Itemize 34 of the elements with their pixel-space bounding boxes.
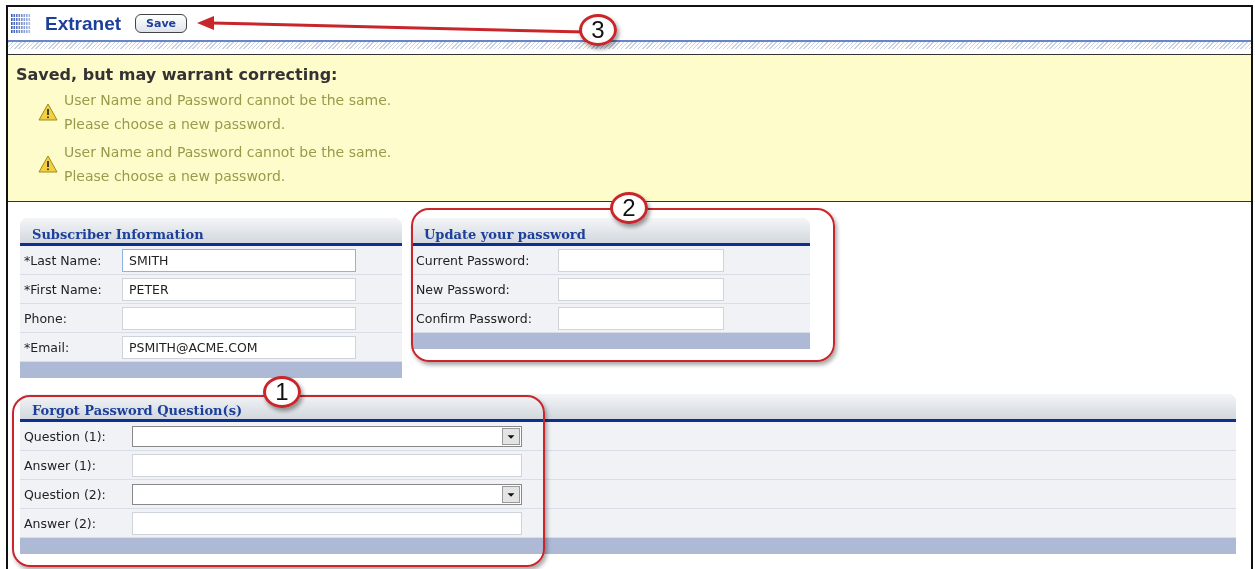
warning-message: User Name and Password cannot be the same. Please choose a new password. — [64, 143, 392, 186]
field-label: *Email: — [24, 339, 71, 355]
input-field[interactable] — [558, 306, 724, 330]
field-label: *Last Name: — [24, 252, 103, 268]
panel-title: Subscriber Information — [20, 218, 402, 246]
dropdown-caret-icon — [502, 485, 520, 503]
input-field[interactable]: PETER — [122, 277, 356, 301]
field-label: Question (2): — [24, 486, 107, 502]
input-field[interactable]: SMITH — [122, 248, 356, 272]
warning-icon — [38, 155, 58, 173]
input-field[interactable] — [558, 248, 724, 272]
input-field[interactable] — [122, 306, 356, 330]
input-field[interactable]: PSMITH@ACME.COM — [122, 335, 356, 359]
save-button[interactable]: Save — [135, 14, 187, 33]
field-label: New Password: — [416, 281, 511, 297]
field-label: Question (1): — [24, 428, 107, 444]
annotation-number: 3 — [579, 14, 617, 46]
dropdown-field[interactable] — [132, 483, 522, 505]
warning-icon — [38, 103, 58, 121]
field-label: Phone: — [24, 310, 68, 326]
warning-message: User Name and Password cannot be the same. Please choose a new password. — [64, 91, 392, 134]
input-field[interactable] — [132, 453, 522, 477]
input-field[interactable] — [132, 511, 522, 535]
field-label: Answer (2): — [24, 515, 97, 531]
field-label: Confirm Password: — [416, 310, 533, 326]
field-label: Current Password: — [416, 252, 531, 268]
dropdown-field[interactable] — [132, 425, 522, 447]
input-field[interactable] — [558, 277, 724, 301]
field-label: Answer (1): — [24, 457, 97, 473]
field-label: *First Name: — [24, 281, 103, 297]
panel-title: Update your password — [412, 218, 810, 246]
app-title: Extranet — [45, 12, 122, 35]
warning-heading: Saved, but may warrant correcting: — [16, 65, 339, 84]
dropdown-caret-icon — [502, 427, 520, 445]
